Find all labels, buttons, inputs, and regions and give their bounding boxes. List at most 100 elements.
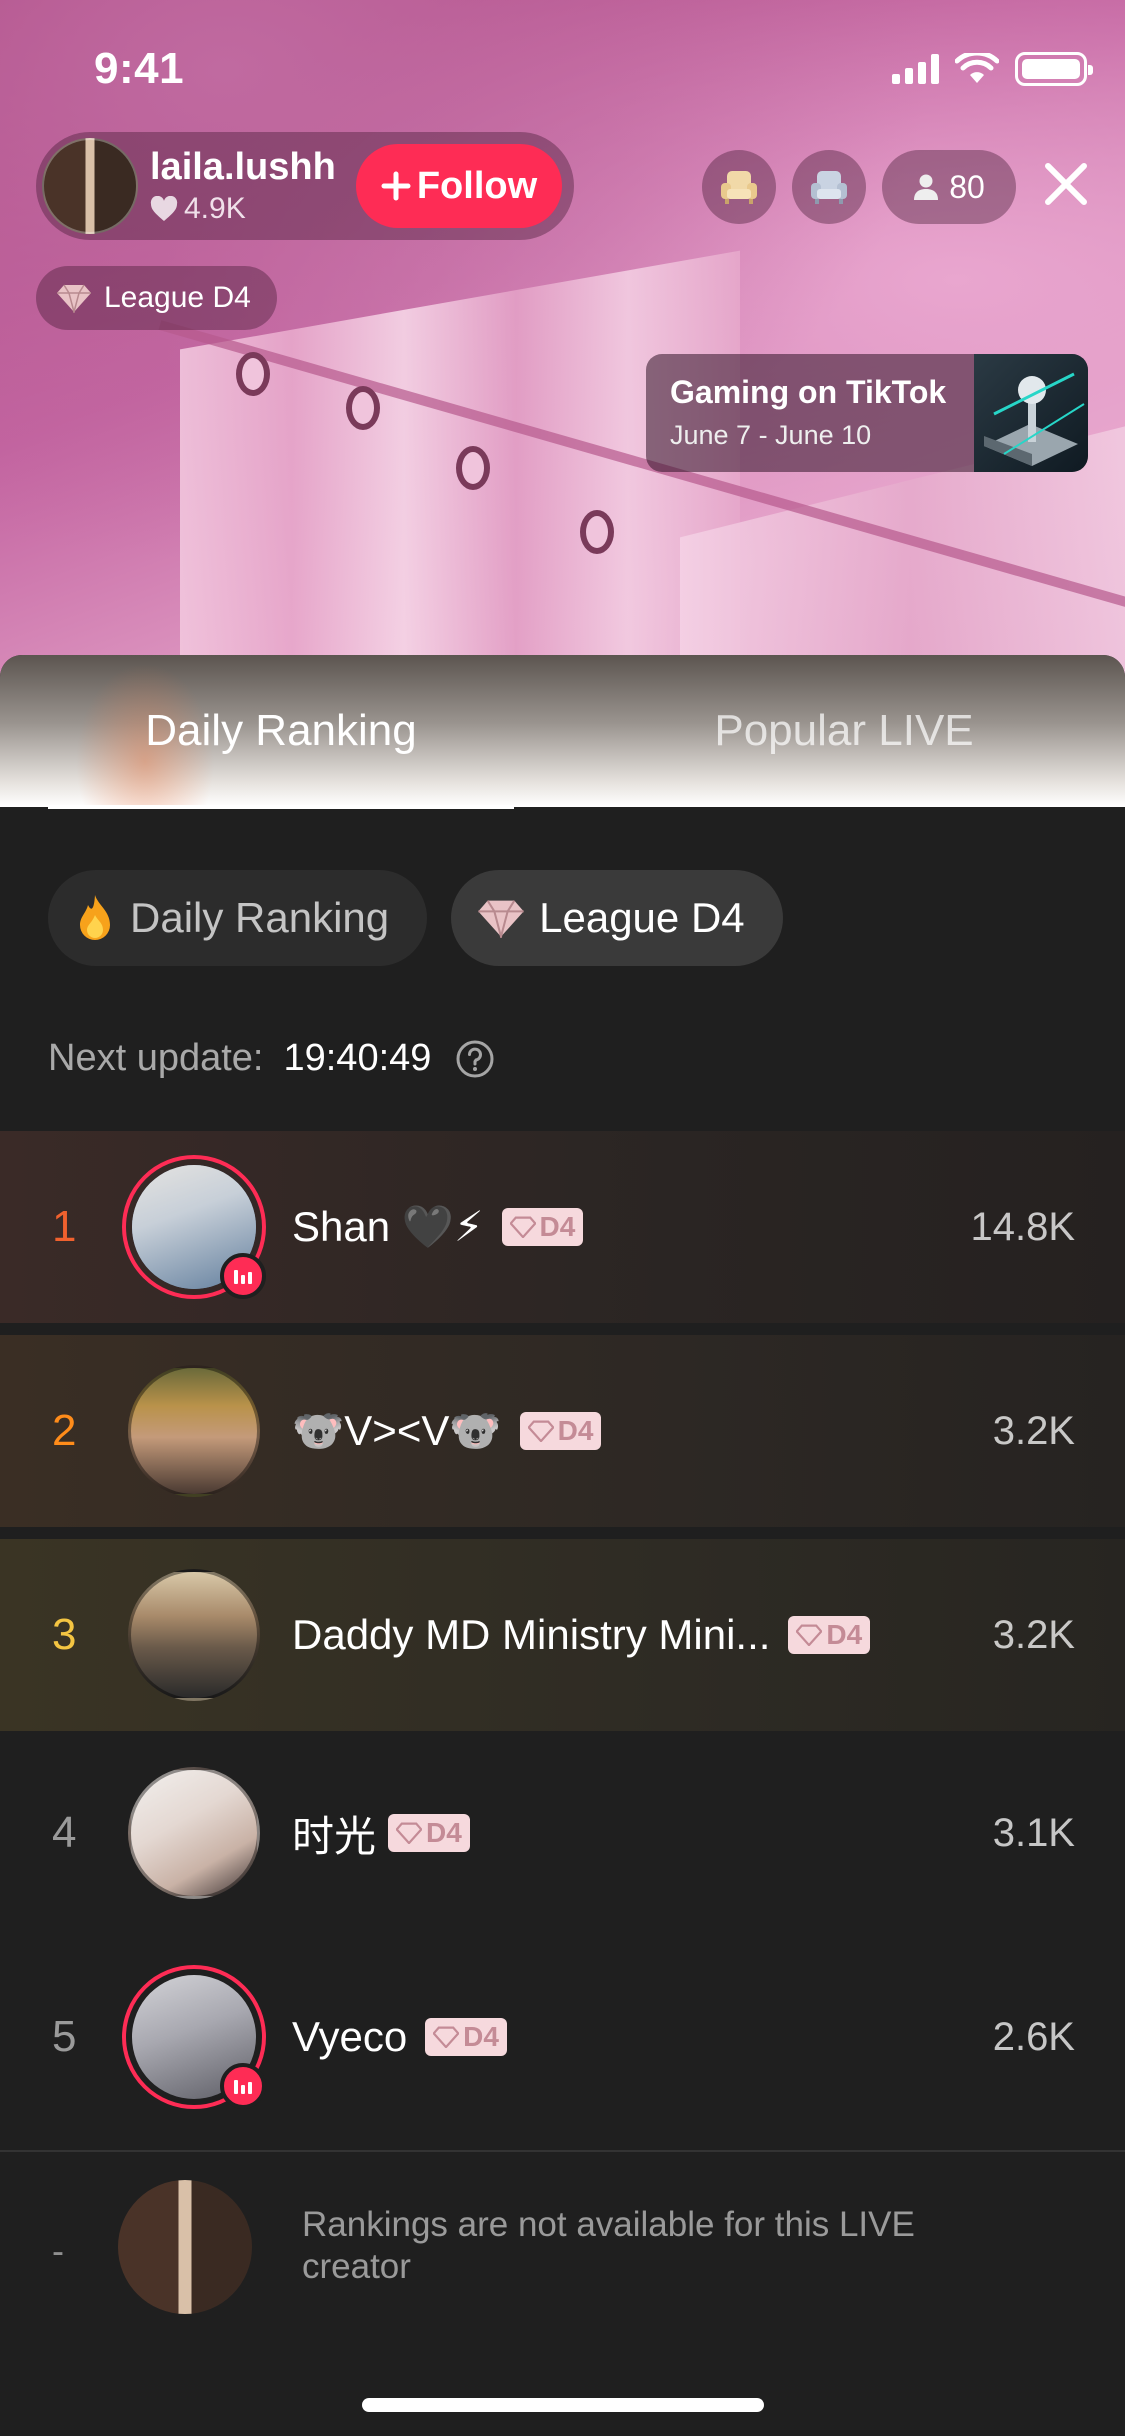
league-badge-label: D4 [539,1211,576,1242]
curtain-ring [580,510,614,554]
filter-league-d4-label: League D4 [539,894,745,941]
divider [0,2150,1125,2152]
host-likes-count: 4.9K [184,192,246,225]
ranking-filters: Daily Ranking League D4 [48,870,783,966]
ranking-score: 3.2K [992,1408,1075,1453]
league-badge: D4 [519,1412,602,1450]
curtain-ring [346,386,380,430]
question-icon[interactable] [455,1039,495,1079]
diamond-icon [478,900,524,938]
next-update-time: 19:40:49 [283,1037,432,1079]
diamond-icon [433,2026,460,2048]
diamond-icon [396,1822,423,1844]
ranking-name-text: Shan 🖤⚡ [292,1203,484,1250]
close-icon[interactable] [1040,158,1092,210]
rank-number: 1 [52,1202,77,1251]
ranking-row[interactable]: 4 时光 D4 3.1K [0,1731,1125,1935]
avatar[interactable] [122,1965,266,2109]
flame-icon [80,895,110,940]
ranking-name: Daddy MD Ministry Mini... D4 [292,1611,871,1659]
ranking-name-text: Vyeco [292,2013,408,2060]
filter-daily-ranking[interactable]: Daily Ranking [48,870,428,966]
status-bar: 9:41 [0,0,1125,130]
ranking-list: 1 Shan 🖤⚡ D4 14.8K 2 🐨V><V🐨 D4 3.2K 3 Da… [0,1131,1125,2139]
ranking-score: 3.1K [992,1810,1075,1855]
rank-number: 3 [52,1610,77,1659]
avatar[interactable] [122,1761,266,1905]
ranking-name-text: 🐨V><V🐨 [292,1406,502,1454]
ranking-score: 3.2K [992,1612,1075,1657]
tab-popular-live[interactable]: Popular LIVE [563,655,1125,807]
ranking-score: 2.6K [992,2014,1075,2059]
gaming-promo-banner[interactable]: Gaming on TikTok June 7 - June 10 [646,354,1088,472]
seat-button-1[interactable] [702,150,776,224]
avatar[interactable] [122,1563,266,1707]
ranking-sheet: Daily Ranking Popular LIVE Daily Ranking… [0,655,1125,2436]
rank-number: 2 [52,1406,77,1455]
person-icon [914,174,939,200]
heart-icon [150,196,178,221]
ranking-row[interactable]: 2 🐨V><V🐨 D4 3.2K [0,1335,1125,1527]
ranking-tabs: Daily Ranking Popular LIVE [0,655,1125,809]
self-rank: - [52,2230,64,2271]
league-badge-label: D4 [426,1817,462,1848]
host-avatar[interactable] [42,138,138,234]
ranking-score: 14.8K [970,1204,1075,1249]
league-badge-label: D4 [557,1415,594,1446]
league-badge: D4 [501,1208,584,1246]
ranking-unavailable-message: Rankings are not available for this LIVE… [302,2205,915,2286]
armchair-icon [721,171,757,204]
host-name: laila.lushh [150,146,336,188]
joystick-icon [974,354,1088,472]
ranking-name: 时光 D4 [292,1803,470,1864]
host-avatar[interactable] [118,2180,252,2314]
cellular-signal-icon [892,54,939,84]
next-update: Next update: 19:40:49 [48,1037,495,1080]
status-icons [892,52,1093,86]
promo-title: Gaming on TikTok [670,374,947,410]
league-badge-label: D4 [826,1619,863,1650]
league-badge-label: D4 [463,2021,499,2052]
league-badge: D4 [425,2018,507,2056]
viewer-count-pill[interactable]: 80 [882,150,1016,224]
filter-league-d4[interactable]: League D4 [451,870,783,966]
league-badge: D4 [388,1814,470,1852]
diamond-icon [527,1420,554,1442]
curtain-ring [236,352,270,396]
ranking-name: Vyeco D4 [292,2013,507,2061]
ranking-row[interactable]: 3 Daddy MD Ministry Mini... D4 3.2K [0,1539,1125,1731]
seat-button-2[interactable] [792,150,866,224]
avatar[interactable] [122,1359,266,1503]
current-creator-row: - Rankings are not available for this LI… [0,2176,1125,2316]
league-badge: D4 [788,1616,871,1654]
rank-number: 4 [52,1808,77,1857]
active-tab-indicator [48,805,514,809]
ranking-row[interactable]: 5 Vyeco D4 2.6K [0,1935,1125,2139]
diamond-icon [796,1624,823,1646]
diamond-icon [57,284,91,313]
follow-button[interactable]: Follow [356,144,562,228]
home-indicator[interactable] [362,2398,764,2412]
host-info: laila.lushh 4.9K [150,146,336,226]
follow-label: Follow [416,164,538,207]
plus-icon [381,171,411,201]
next-update-label: Next update: [48,1037,264,1079]
host-info-pill[interactable]: laila.lushh 4.9K Follow [36,132,574,240]
armchair-icon [811,171,847,204]
ranking-name-text: 时光 [292,1812,377,1860]
ranking-row[interactable]: 1 Shan 🖤⚡ D4 14.8K [0,1131,1125,1323]
tab-daily-ranking[interactable]: Daily Ranking [0,655,562,807]
host-league-label: League D4 [104,281,251,314]
host-likes: 4.9K [150,192,336,226]
battery-icon [1015,52,1093,86]
viewer-count: 80 [949,168,985,205]
live-indicator-icon [220,1253,266,1299]
ranking-name: 🐨V><V🐨 D4 [292,1406,602,1456]
promo-dates: June 7 - June 10 [670,420,872,450]
avatar[interactable] [122,1155,266,1299]
diamond-icon [509,1216,536,1238]
filter-daily-ranking-label: Daily Ranking [130,894,390,941]
host-league-chip[interactable]: League D4 [36,266,277,330]
ranking-name-text: Daddy MD Ministry Mini... [292,1611,771,1658]
wifi-icon [955,53,999,83]
